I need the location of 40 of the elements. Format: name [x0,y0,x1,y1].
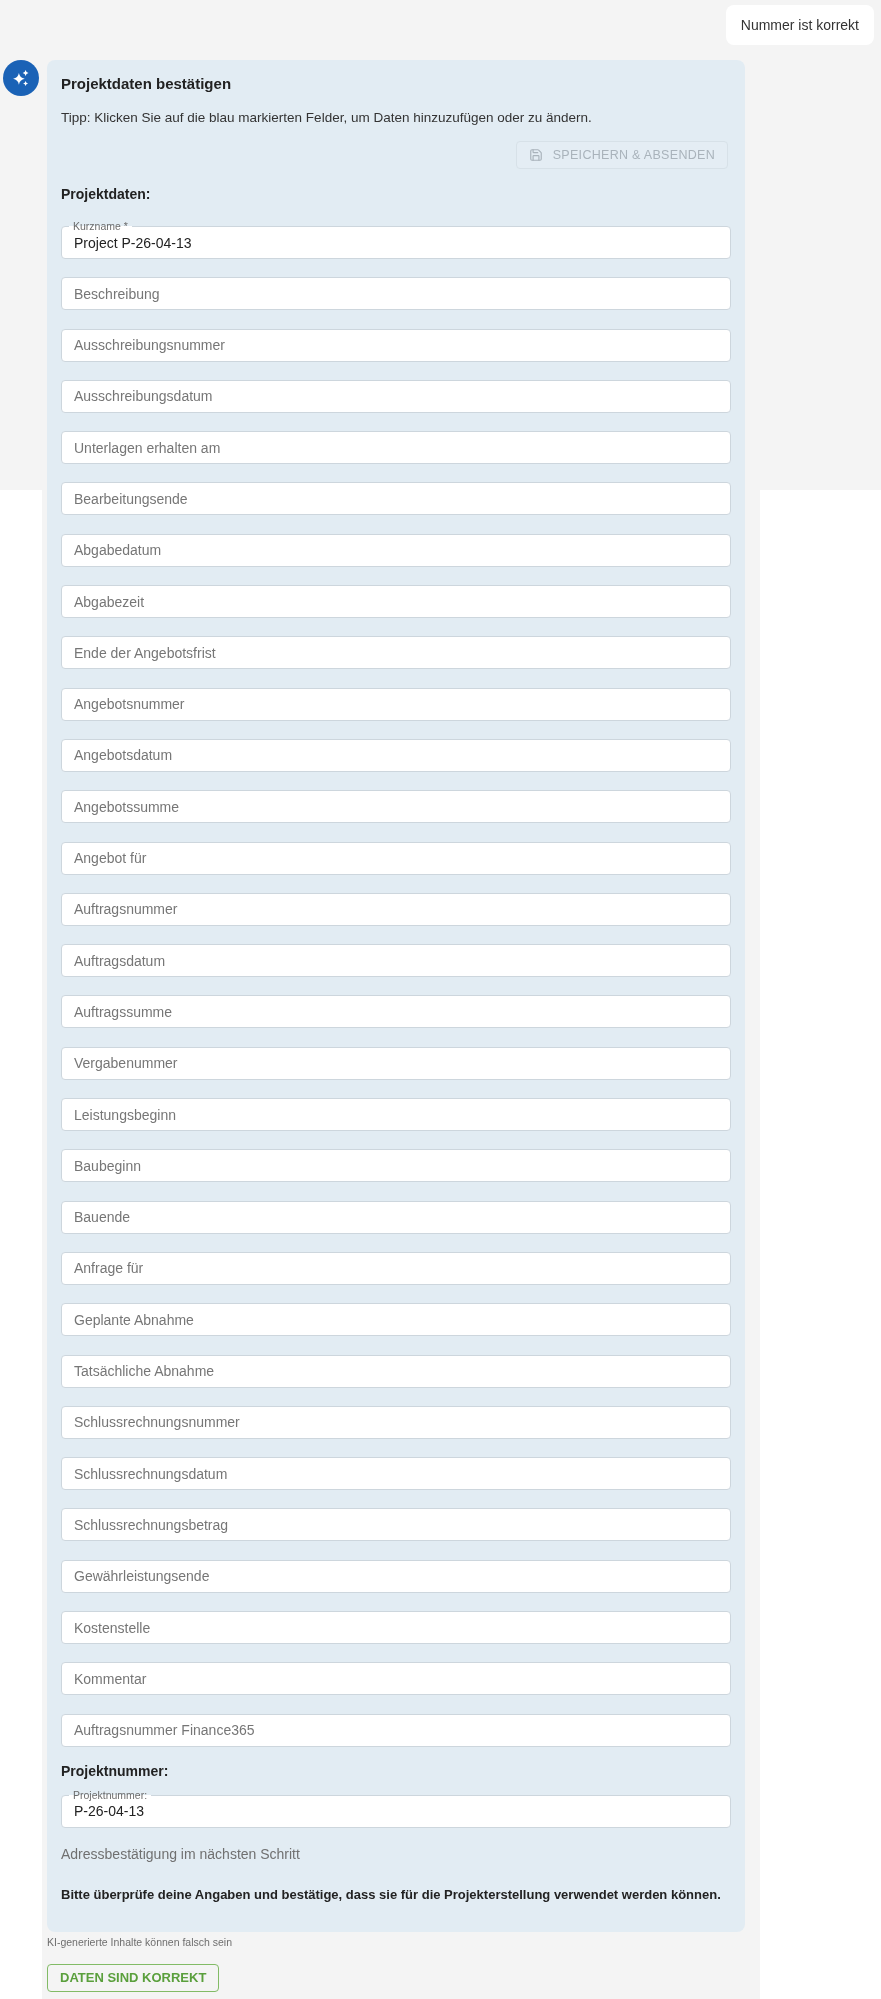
input-field[interactable]: Bearbeitungsende [61,482,731,516]
input-field[interactable]: Baubeginn [61,1149,731,1183]
input-field[interactable]: Leistungsbeginn [61,1098,731,1132]
input-field[interactable]: Abgabezeit [61,585,731,619]
field-label: Kurzname * [69,219,132,233]
input-field[interactable]: Geplante Abnahme [61,1303,731,1337]
input-field[interactable]: Angebotsnummer [61,687,731,721]
section-heading: Projektnummer: [61,1761,170,1781]
input-field[interactable]: Anfrage für [61,1251,731,1285]
confirm-note: Bitte überprüfe deine Angaben und bestätige, dass sie für die Projekterstellung verwendet werden können. [61,1885,722,1904]
input-field[interactable]: Abgabedatum [61,533,731,567]
input-field[interactable]: Auftragssumme [61,995,731,1029]
input-field[interactable]: Ende der Angebotsfrist [61,636,731,670]
input-field[interactable]: Tatsächliche Abnahme [61,1354,731,1388]
input-field[interactable]: Schlussrechnungsbetrag [61,1508,731,1542]
input-field[interactable]: Vergabenummer [61,1046,731,1080]
disclaimer-text: KI-generierte Inhalte können falsch sein [47,1934,233,1949]
section-heading: Projektdaten: [61,185,152,204]
input-field[interactable]: Kostenstelle [61,1611,731,1644]
sparkle-icon [3,60,39,96]
input-field[interactable]: Auftragsdatum [61,944,731,978]
input-field[interactable]: Beschreibung [61,277,731,311]
input-field[interactable]: Gewährleistungsende [61,1559,731,1593]
input-field[interactable]: Schlussrechnungsnummer [61,1405,731,1439]
user-message: Nummer ist korrekt [725,5,874,45]
save-icon [528,148,543,162]
input-field[interactable]: Ausschreibungsnummer [61,328,731,362]
input-field[interactable]: Schlussrechnungsdatum [61,1457,731,1491]
address-note: Adressbestätigung im nächsten Schritt [61,1844,301,1864]
input-field[interactable]: Ausschreibungsdatum [61,379,731,413]
input-field[interactable]: Auftragsnummer Finance365 [61,1713,731,1747]
input-field[interactable]: Angebot für [61,841,731,875]
input-field[interactable]: Angebotssumme [61,790,731,824]
card-title: Projektdaten bestätigen [61,74,233,94]
input-field[interactable]: Bauende [61,1200,731,1234]
input-field[interactable]: Auftragsnummer [61,892,731,926]
input-field[interactable]: Angebotsdatum [61,738,731,772]
tip-text: Tipp: Klicken Sie auf die blau markierten Felder, um Daten hinzuzufügen oder zu ändern. [61,109,593,127]
input-field[interactable]: Kommentar [61,1662,731,1696]
input-field[interactable]: Unterlagen erhalten am [61,431,731,465]
